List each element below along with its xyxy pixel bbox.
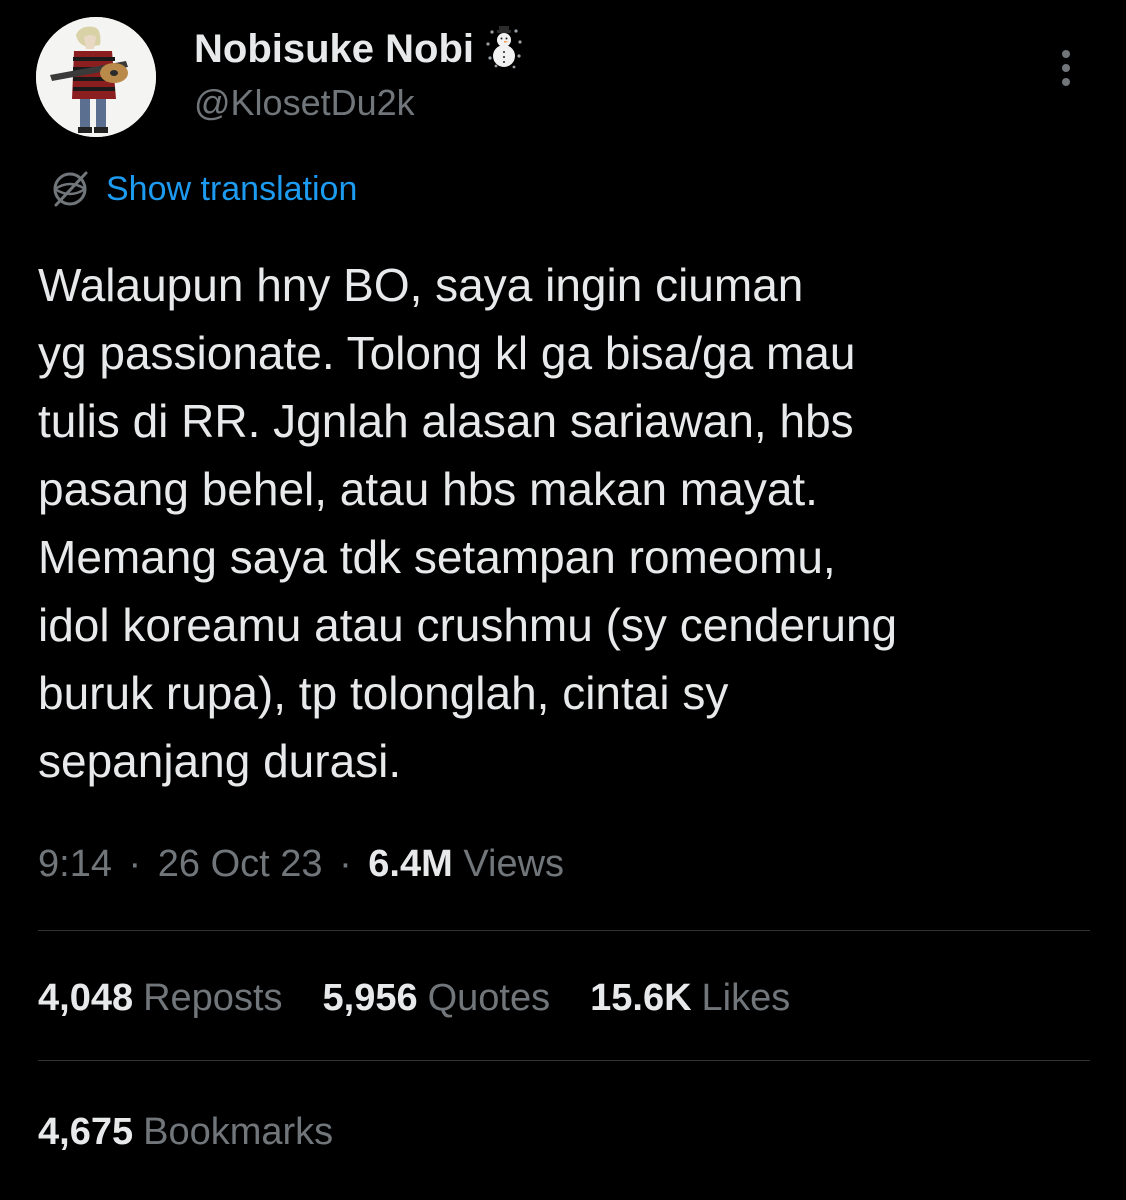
tweet-text-line: yg passionate. Tolong kl ga bisa/ga mau xyxy=(38,327,856,379)
show-translation-link[interactable]: Show translation xyxy=(46,164,357,214)
bookmarks-count: 4,675 xyxy=(38,1111,134,1153)
tweet-text-line: pasang behel, atau hbs makan mayat. xyxy=(38,463,818,515)
quotes-label: Quotes xyxy=(427,977,551,1019)
tweet-time[interactable]: 9:14 xyxy=(38,843,112,885)
more-options-button[interactable] xyxy=(1044,40,1088,96)
globe-icon xyxy=(53,171,88,207)
tweet-date[interactable]: 26 Oct 23 xyxy=(158,843,323,885)
reposts-label: Reposts xyxy=(143,977,283,1019)
reposts-stat[interactable]: 4,048 Reposts xyxy=(38,970,283,1026)
engagement-stats: 4,048 Reposts 5,956 Quotes 15.6K Likes xyxy=(38,970,830,1026)
reposts-count: 4,048 xyxy=(38,977,134,1019)
tweet-text: Walaupun hny BO, saya ingin ciuman yg pa… xyxy=(38,251,1098,795)
views-label: Views xyxy=(463,843,565,885)
tweet-text-line: idol koreamu atau crushmu (sy cenderung xyxy=(38,599,898,651)
quotes-count: 5,956 xyxy=(322,977,418,1019)
more-vertical-icon xyxy=(1062,50,1070,86)
author-display-name-text: Nobisuke Nobi xyxy=(194,27,475,71)
tweet-text-line: buruk rupa), tp tolonglah, cintai sy xyxy=(38,667,729,719)
tweet-text-line: Walaupun hny BO, saya ingin ciuman xyxy=(38,259,804,311)
views-count: 6.4M xyxy=(368,843,453,885)
meta-separator: · xyxy=(128,843,142,885)
quotes-stat[interactable]: 5,956 Quotes xyxy=(323,970,551,1026)
author-handle[interactable]: @KlosetDu2k xyxy=(194,80,415,126)
divider xyxy=(38,1060,1090,1061)
tweet-metadata: 9:14 · 26 Oct 23 · 6.4M Views xyxy=(38,836,564,892)
snowman-icon xyxy=(484,26,524,70)
author-avatar[interactable] xyxy=(36,17,156,137)
meta-separator: · xyxy=(339,843,352,885)
likes-stat[interactable]: 15.6K Likes xyxy=(590,970,790,1026)
divider xyxy=(38,930,1090,931)
author-display-name[interactable]: Nobisuke Nobi xyxy=(194,24,524,74)
tweet-text-line: sepanjang durasi. xyxy=(38,735,402,787)
bookmarks-stat[interactable]: 4,675 Bookmarks xyxy=(38,1104,333,1160)
likes-count: 15.6K xyxy=(590,977,692,1019)
bookmarks-label: Bookmarks xyxy=(143,1111,334,1153)
tweet-text-line: tulis di RR. Jgnlah alasan sariawan, hbs xyxy=(38,395,854,447)
tweet-text-line: Memang saya tdk setampan romeomu, xyxy=(38,531,836,583)
tweet-detail-page: Nobisuke Nobi @KlosetDu2k Show translati… xyxy=(0,0,1126,1200)
likes-label: Likes xyxy=(701,977,791,1019)
show-translation-label: Show translation xyxy=(106,170,358,208)
person-with-guitar-avatar-icon xyxy=(36,17,156,137)
